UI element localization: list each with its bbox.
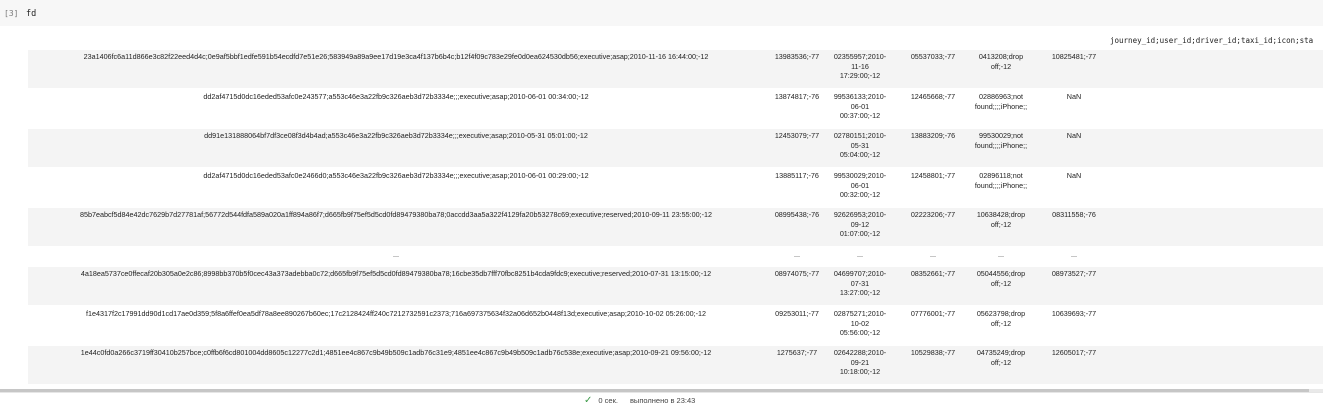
table-cell: 13983536;-77: [774, 52, 820, 61]
table-cell: 05623798;drop off;-12: [976, 309, 1026, 328]
table-row: 1e44c0fd0a266c3719ff30410b257bce;c0ffb6f…: [28, 346, 1323, 384]
table-row: 85b7eabcf5d84e42dc7629b7d27781af;56772d5…: [28, 208, 1323, 246]
table-cell: 08352661;-77: [910, 269, 956, 278]
cell-output: journey_id;user_id;driver_id;taxi_id;ico…: [0, 26, 1323, 389]
table-cell: 85b7eabcf5d84e42dc7629b7d27781af;56772d5…: [79, 210, 712, 219]
table-cell: 12465668;-77: [910, 92, 956, 101]
table-cell: dd91e131888064bf7df3ce08f3d4b4ad;a553c46…: [204, 131, 588, 140]
table-cell: 04735249;drop off;-12: [976, 348, 1026, 367]
table-cell: 02355957;2010-11-16 17:29:00;-12: [833, 52, 887, 81]
table-cell: 4a18ea5737ce0ffecaf20b305a0e2c86;8998bb3…: [80, 269, 712, 278]
table-cell: 02875271;2010-10-02 05:56:00;-12: [833, 309, 887, 338]
check-icon: ✓: [584, 395, 593, 406]
table-cell: ...: [998, 250, 1004, 259]
execution-completed-time: выполнено в 23:43: [629, 396, 696, 405]
cell-status-bar: ✓ 0 сек. выполнено в 23:43: [0, 392, 1323, 408]
table-cell: 0413208;drop off;-12: [978, 52, 1024, 71]
table-row: f1e4317f2c17991dd90d1cd17ae0d359;5f8a6ff…: [28, 307, 1323, 345]
table-cell: 99536133;2010-06-01 00:37:00;-12: [833, 92, 887, 121]
table-cell: 1e44c0fd0a266c3719ff30410b257bce;c0ffb6f…: [80, 348, 712, 357]
dataframe-header: journey_id;user_id;driver_id;taxi_id;ico…: [1110, 36, 1314, 45]
table-cell: ...: [794, 250, 800, 259]
table-row: dd91e131888064bf7df3ce08f3d4b4ad;a553c46…: [28, 129, 1323, 167]
table-cell: ...: [393, 250, 399, 259]
table-row: 23a1406fc6a11d866e3c82f22eed4d4c;0e9af5b…: [28, 50, 1323, 88]
table-cell: 12453079;-77: [774, 131, 820, 140]
table-cell: 23a1406fc6a11d866e3c82f22eed4d4c;0e9af5b…: [83, 52, 709, 61]
table-cell: 92626953;2010-09-12 01:07:00;-12: [833, 210, 887, 239]
table-cell: 13874817;-76: [774, 92, 820, 101]
table-row: ..................: [28, 248, 1323, 266]
table-cell: 99530029;2010-06-01 00:32:00;-12: [833, 171, 887, 200]
table-cell: NaN: [1066, 131, 1082, 140]
execution-count: [3]: [4, 9, 19, 18]
table-cell: 07776001;-77: [910, 309, 956, 318]
table-cell: dd2af4715d0dc16eded53afc0e2466d0;a553c46…: [203, 171, 589, 180]
table-cell: 08973527;-77: [1051, 269, 1097, 278]
code-text[interactable]: fd: [26, 9, 36, 19]
table-cell: 1275637;-77: [776, 348, 818, 357]
table-cell: 04699707;2010-07-31 13:27:00;-12: [833, 269, 887, 298]
table-cell: 02896118;not found;;;;iPhone;;: [974, 171, 1028, 190]
table-cell: 02780151;2010-05-31 05:04:00;-12: [833, 131, 887, 160]
table-cell: ...: [930, 250, 936, 259]
table-cell: ...: [857, 250, 863, 259]
table-cell: dd2af4715d0dc16eded53afc0e243577;a553c46…: [203, 92, 589, 101]
table-cell: 09253011;-77: [775, 309, 819, 318]
table-cell: 05044556;drop off;-12: [976, 269, 1026, 288]
table-cell: 10825481;-77: [1051, 52, 1097, 61]
table-cell: 10638428;drop off;-12: [976, 210, 1026, 229]
code-input-area[interactable]: [3] fd: [0, 0, 1323, 26]
table-row: dd2af4715d0dc16eded53afc0e243577;a553c46…: [28, 90, 1323, 128]
table-cell: 08995438;-76: [774, 210, 820, 219]
table-cell: 10639693;-77: [1051, 309, 1097, 318]
table-cell: 99530029;not found;;;;iPhone;;: [974, 131, 1028, 150]
table-row: 4a18ea5737ce0ffecaf20b305a0e2c86;8998bb3…: [28, 267, 1323, 305]
table-cell: 02886963;not found;;;;iPhone;;: [974, 92, 1028, 111]
table-cell: 13885117;-76: [775, 171, 819, 180]
table-cell: 08974075;-77: [774, 269, 820, 278]
table-cell: NaN: [1066, 171, 1082, 180]
table-row: dd2af4715d0dc16eded53afc0e2466d0;a553c46…: [28, 169, 1323, 207]
execution-duration: 0 сек.: [598, 396, 618, 405]
table-cell: 12458801;-77: [910, 171, 956, 180]
table-cell: 08311558;-76: [1052, 210, 1096, 219]
table-cell: 13883209;-76: [910, 131, 956, 140]
table-cell: f1e4317f2c17991dd90d1cd17ae0d359;5f8a6ff…: [85, 309, 707, 318]
table-cell: 05537033;-77: [910, 52, 956, 61]
table-cell: NaN: [1066, 92, 1082, 101]
table-cell: 02642288;2010-09-21 10:18:00;-12: [833, 348, 887, 377]
table-cell: 12605017;-77: [1051, 348, 1097, 357]
table-cell: ...: [1071, 250, 1077, 259]
table-cell: 02223206;-77: [910, 210, 956, 219]
table-cell: 10529838;-77: [910, 348, 956, 357]
